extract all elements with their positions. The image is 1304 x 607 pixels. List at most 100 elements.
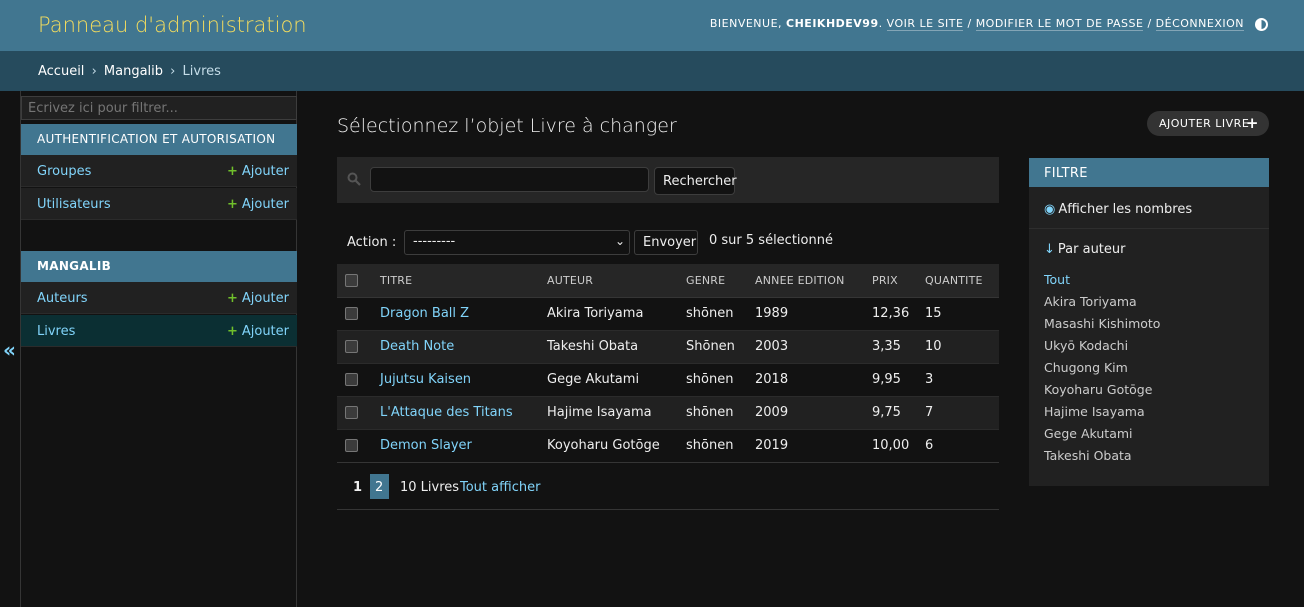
row-checkbox[interactable]: [345, 406, 358, 419]
cell-titre: Demon Slayer: [372, 429, 539, 463]
plus-icon: +: [226, 291, 238, 306]
breadcrumb: Accueil › Mangalib › Livres: [0, 51, 1304, 91]
filter-by-author-toggle[interactable]: ↓ Par auteur: [1044, 242, 1126, 257]
select-all-checkbox[interactable]: [345, 274, 358, 287]
sidebar-item-label[interactable]: Utilisateurs: [37, 197, 111, 212]
go-button[interactable]: Envoyer: [634, 230, 698, 255]
search-input[interactable]: [370, 167, 649, 192]
show-all-link[interactable]: Tout afficher: [460, 480, 540, 495]
table-row: Jujutsu Kaisen Gege Akutami shōnen 2018 …: [337, 363, 999, 397]
sidebar-item-livres[interactable]: Livres + Ajouter: [21, 315, 297, 347]
row-checkbox[interactable]: [345, 340, 358, 353]
column-header-auteur[interactable]: Auteur: [539, 264, 678, 298]
sidebar-item-groupes[interactable]: Groupes + Ajouter: [21, 155, 297, 187]
filter-choice[interactable]: Masashi Kishimoto: [1044, 316, 1160, 338]
add-livre-button[interactable]: Ajouter Livre +: [1147, 111, 1269, 136]
cell-titre: L'Attaque des Titans: [372, 396, 539, 430]
plus-icon: +: [1245, 114, 1259, 132]
row-select-cell: [337, 330, 372, 364]
header: Panneau d'administration Bienvenue, CHEI…: [0, 0, 1304, 51]
cell-genre: shōnen: [678, 396, 747, 430]
arrow-down-icon: ↓: [1044, 242, 1055, 257]
module-mangalib-caption[interactable]: Mangalib: [21, 251, 297, 282]
breadcrumb-app[interactable]: Mangalib: [104, 64, 163, 79]
nav-sidebar: Authentification et autorisation Groupes…: [20, 91, 297, 607]
cell-genre: shōnen: [678, 297, 747, 331]
table-row: Death Note Takeshi Obata Shōnen 2003 3,3…: [337, 330, 999, 364]
livre-link[interactable]: Death Note: [380, 339, 454, 354]
welcome-text: Bienvenue,: [709, 17, 787, 30]
cell-titre: Death Note: [372, 330, 539, 364]
cell-titre: Dragon Ball Z: [372, 297, 539, 331]
cell-genre: shōnen: [678, 363, 747, 397]
change-password-link[interactable]: Modifier le mot de passe: [975, 17, 1144, 31]
search-icon: [347, 172, 361, 186]
filter-choice[interactable]: Ukyō Kodachi: [1044, 338, 1160, 360]
toggle-sidebar-button[interactable]: «: [3, 338, 16, 362]
column-header-genre[interactable]: Genre: [678, 264, 747, 298]
table-row: L'Attaque des Titans Hajime Isayama shōn…: [337, 396, 999, 430]
column-header-titre[interactable]: Titre: [372, 264, 539, 298]
cell-quantite: 7: [917, 396, 999, 430]
sidebar-item-auteurs[interactable]: Auteurs + Ajouter: [21, 282, 297, 314]
add-utilisateur-link[interactable]: + Ajouter: [227, 197, 289, 212]
search-toolbar: Rechercher: [337, 157, 999, 203]
add-livre-link[interactable]: + Ajouter: [227, 324, 289, 339]
username: CHEIKHDEV99: [786, 17, 879, 30]
module-auth-caption[interactable]: Authentification et autorisation: [21, 124, 297, 155]
current-page: 1: [353, 480, 363, 495]
logout-link[interactable]: Déconnexion: [1155, 17, 1244, 31]
sidebar-item-label[interactable]: Livres: [37, 324, 75, 339]
row-select-cell: [337, 363, 372, 397]
cell-titre: Jujutsu Kaisen: [372, 363, 539, 397]
filter-choice[interactable]: Takeshi Obata: [1044, 448, 1160, 470]
breadcrumb-separator: ›: [91, 64, 97, 79]
livre-link[interactable]: Jujutsu Kaisen: [380, 372, 471, 387]
cell-genre: shōnen: [678, 429, 747, 463]
livre-link[interactable]: L'Attaque des Titans: [380, 405, 513, 420]
cell-annee: 2018: [747, 363, 864, 397]
filter-choice[interactable]: Koyoharu Gotōge: [1044, 382, 1160, 404]
filter-choice[interactable]: Gege Akutami: [1044, 426, 1160, 448]
breadcrumb-home[interactable]: Accueil: [38, 64, 84, 79]
cell-quantite: 6: [917, 429, 999, 463]
row-checkbox[interactable]: [345, 307, 358, 320]
filter-choice[interactable]: Chugong Kim: [1044, 360, 1160, 382]
livre-link[interactable]: Dragon Ball Z: [380, 306, 469, 321]
column-header-annee[interactable]: Annee edition: [747, 264, 864, 298]
add-label: Ajouter: [241, 291, 289, 306]
cell-prix: 12,36: [864, 297, 917, 331]
cell-quantite: 15: [917, 297, 999, 331]
cell-auteur: Gege Akutami: [539, 363, 678, 397]
sidebar-item-utilisateurs[interactable]: Utilisateurs + Ajouter: [21, 188, 297, 220]
add-groupe-link[interactable]: + Ajouter: [227, 164, 289, 179]
search-button[interactable]: Rechercher: [654, 167, 737, 195]
view-site-link[interactable]: Voir le site: [886, 17, 964, 31]
cell-auteur: Koyoharu Gotōge: [539, 429, 678, 463]
action-selected-value: ---------: [413, 234, 456, 249]
action-select[interactable]: --------- ⌄: [404, 230, 630, 255]
chevron-down-icon: ⌄: [614, 234, 625, 248]
eye-icon: ◉: [1044, 202, 1056, 217]
page-2-link[interactable]: 2: [370, 474, 389, 499]
selection-counter: 0 sur 5 sélectionné: [709, 233, 833, 248]
filter-choice-tout[interactable]: Tout: [1044, 272, 1160, 294]
column-header-prix[interactable]: Prix: [864, 264, 917, 298]
filter-choice[interactable]: Akira Toriyama: [1044, 294, 1160, 316]
divider: [1029, 228, 1269, 229]
row-checkbox[interactable]: [345, 373, 358, 386]
sidebar-item-label[interactable]: Groupes: [37, 164, 91, 179]
filter-choice[interactable]: Hajime Isayama: [1044, 404, 1160, 426]
add-auteur-link[interactable]: + Ajouter: [227, 291, 289, 306]
nav-filter-input[interactable]: [21, 96, 297, 120]
site-name[interactable]: Panneau d'administration: [38, 13, 307, 37]
theme-toggle-icon[interactable]: [1255, 18, 1268, 31]
cell-quantite: 10: [917, 330, 999, 364]
row-checkbox[interactable]: [345, 439, 358, 452]
show-counts-link[interactable]: ◉ Afficher les nombres: [1044, 202, 1192, 217]
livre-link[interactable]: Demon Slayer: [380, 438, 472, 453]
sidebar-item-label[interactable]: Auteurs: [37, 291, 88, 306]
breadcrumb-separator: ›: [170, 64, 176, 79]
filter-choices: Tout Akira Toriyama Masashi Kishimoto Uk…: [1044, 272, 1160, 470]
column-header-quantite[interactable]: Quantite: [917, 264, 999, 298]
